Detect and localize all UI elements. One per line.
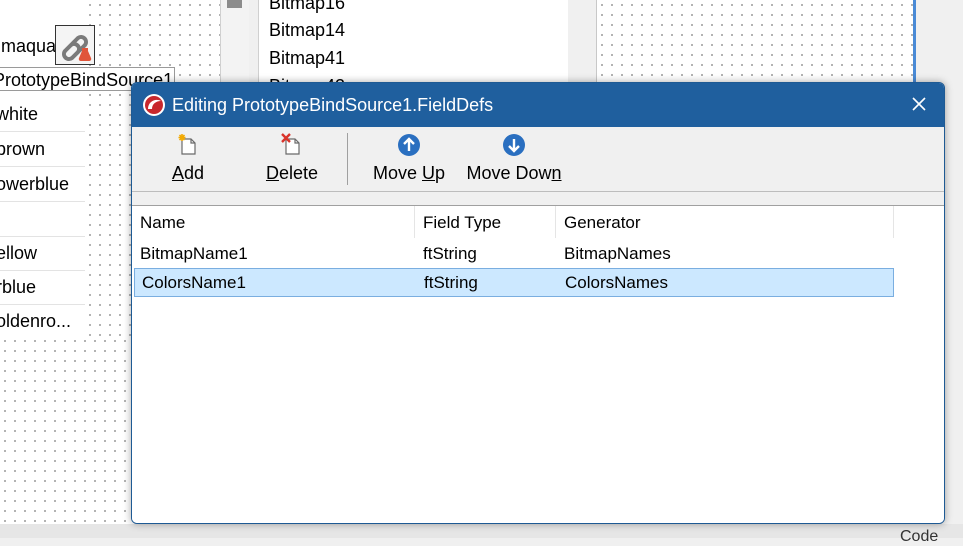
- form-designer-surface[interactable]: [0, 336, 135, 531]
- dialog-title: Editing PrototypeBindSource1.FieldDefs: [172, 95, 494, 115]
- delete-button[interactable]: Delete: [244, 127, 340, 191]
- column-header-generator[interactable]: Generator: [556, 206, 894, 238]
- field-defs-editor-dialog: Editing PrototypeBindSource1.FieldDefs A…: [131, 82, 945, 524]
- list-item[interactable]: white: [0, 98, 85, 132]
- cell-name: BitmapName1: [140, 244, 248, 263]
- column-header-name[interactable]: Name: [132, 206, 415, 238]
- accelerator-key: D: [265, 163, 279, 183]
- move-up-button[interactable]: Move Up: [362, 127, 456, 191]
- dialog-titlebar[interactable]: Editing PrototypeBindSource1.FieldDefs: [132, 83, 944, 127]
- app-logo-icon: [143, 94, 165, 116]
- move-down-icon: [503, 134, 525, 156]
- add-button[interactable]: Add: [140, 127, 236, 191]
- add-button-label: dd: [183, 163, 205, 183]
- list-item[interactable]: Bitmap16: [269, 0, 345, 14]
- move-down-label: Move Dow: [466, 163, 552, 183]
- list-item[interactable]: owerblue: [0, 168, 85, 202]
- cell-name: ColorsName1: [142, 273, 246, 292]
- toolbar: Add Delete Move Up Move Down: [132, 127, 944, 192]
- close-button[interactable]: [894, 83, 944, 127]
- cell-generator: ColorsNames: [565, 273, 668, 292]
- cell-field-type: ftString: [423, 244, 477, 263]
- list-item[interactable]: rblue: [0, 271, 85, 305]
- bind-source-component[interactable]: [55, 25, 95, 65]
- bitmap-list: Bitmap16 Bitmap14 Bitmap41 Bitmap42: [258, 0, 570, 90]
- move-up-icon: [398, 134, 420, 156]
- move-down-button[interactable]: Move Down: [458, 127, 570, 191]
- list-item[interactable]: brown: [0, 133, 85, 167]
- table-row-selected[interactable]: ColorsName1 ftString ColorsNames: [134, 268, 894, 297]
- chain-link-icon: [62, 35, 92, 62]
- delete-button-label: elete: [278, 163, 319, 183]
- list-item[interactable]: ellow: [0, 237, 85, 271]
- list-item[interactable]: [0, 203, 85, 237]
- component-caption: imaqua: [0, 36, 57, 56]
- add-field-icon: [178, 134, 196, 155]
- toolbar-separator: [347, 133, 348, 185]
- cell-generator: BitmapNames: [564, 244, 671, 263]
- table-row[interactable]: BitmapName1 ftString BitmapNames: [132, 239, 892, 268]
- field-defs-list[interactable]: Name Field Type Generator BitmapName1 ft…: [132, 205, 944, 523]
- close-icon: [912, 97, 926, 111]
- accelerator-key: n: [551, 163, 562, 183]
- delete-field-icon: [281, 133, 300, 155]
- tab-code[interactable]: Code: [900, 528, 938, 546]
- accelerator-key: U: [422, 163, 435, 183]
- scrollbar-thumb[interactable]: [227, 0, 242, 8]
- column-header-field-type[interactable]: Field Type: [415, 206, 556, 238]
- list-item[interactable]: oldenro...: [0, 305, 85, 336]
- move-up-label: Move: [372, 163, 422, 183]
- accelerator-key: A: [171, 163, 184, 183]
- form-designer-surface[interactable]: [596, 0, 917, 90]
- list-header: Name Field Type Generator: [132, 206, 944, 238]
- list-item[interactable]: Bitmap41: [269, 48, 345, 69]
- splitter: [568, 0, 596, 90]
- cell-field-type: ftString: [424, 273, 478, 292]
- list-item[interactable]: Bitmap14: [269, 20, 345, 41]
- status-bar: [0, 524, 963, 538]
